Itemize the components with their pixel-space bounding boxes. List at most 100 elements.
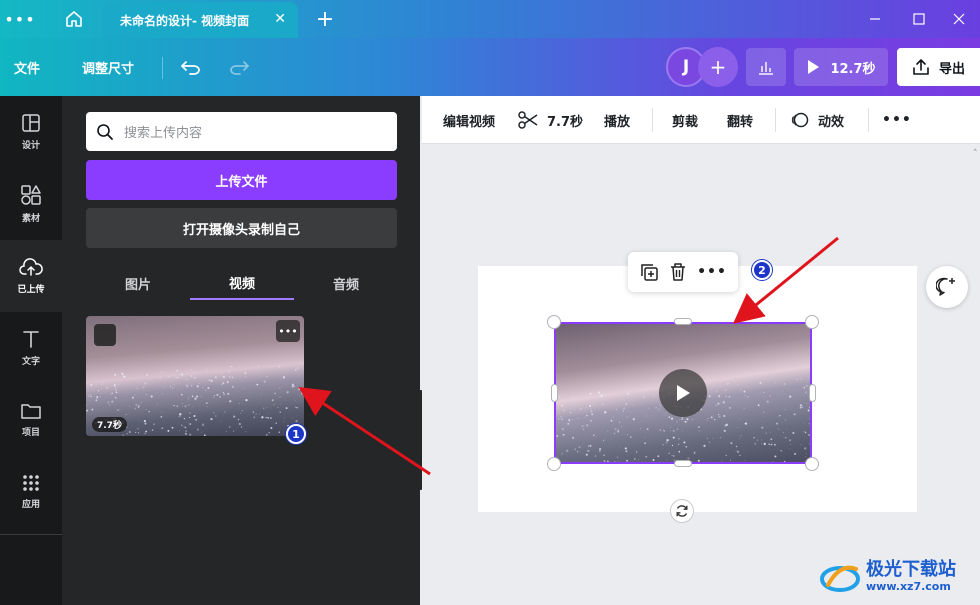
sparkle-dot bbox=[569, 411, 572, 414]
resize-handle-bottom[interactable] bbox=[674, 460, 692, 467]
rail-item-design[interactable]: 设计 bbox=[0, 96, 62, 168]
sparkle-dot bbox=[740, 389, 741, 391]
resize-menu[interactable]: 调整尺寸 bbox=[82, 38, 134, 96]
rotate-icon[interactable] bbox=[670, 499, 694, 523]
tab-images[interactable]: 图片 bbox=[86, 266, 190, 300]
play-video-icon[interactable] bbox=[659, 369, 707, 417]
sparkle-dot bbox=[728, 406, 731, 409]
tab-title: 未命名的设计- 视频封面 bbox=[120, 13, 250, 28]
sparkle-dot bbox=[576, 403, 578, 405]
undo-icon[interactable] bbox=[178, 55, 204, 79]
sparkle-dot bbox=[783, 383, 786, 385]
home-icon[interactable] bbox=[58, 0, 90, 38]
resize-handle-top-right[interactable] bbox=[805, 315, 819, 329]
rail-item-uploads[interactable]: 已上传 bbox=[0, 240, 62, 312]
rail-item-apps[interactable]: 应用 bbox=[0, 456, 62, 528]
new-tab-icon[interactable]: + bbox=[312, 0, 338, 38]
design-page[interactable] bbox=[478, 266, 917, 512]
file-menu[interactable]: 文件 bbox=[14, 38, 40, 96]
sparkle-dot bbox=[804, 431, 807, 434]
sparkle-dot bbox=[678, 450, 681, 453]
sparkle-dot bbox=[774, 382, 776, 384]
sparkle-dot bbox=[126, 392, 127, 393]
sparkle-dot bbox=[294, 399, 296, 401]
more-options-icon[interactable]: ••• bbox=[882, 96, 912, 144]
resize-handle-bottom-right[interactable] bbox=[805, 457, 819, 471]
sparkle-dot bbox=[716, 390, 718, 393]
more-options-icon[interactable]: ••• bbox=[276, 320, 300, 342]
record-yourself-button[interactable]: 打开摄像头录制自己 bbox=[86, 208, 397, 248]
animate-button[interactable]: 动效 bbox=[790, 96, 844, 144]
sparkle-dot bbox=[768, 443, 770, 445]
edit-video-button[interactable]: 编辑视频 bbox=[443, 96, 495, 144]
sparkle-dot bbox=[208, 379, 211, 382]
resize-handle-right[interactable] bbox=[809, 384, 816, 402]
sparkle-dot bbox=[270, 426, 273, 430]
rail-item-projects[interactable]: 项目 bbox=[0, 384, 62, 456]
tab-audio[interactable]: 音频 bbox=[294, 266, 398, 300]
export-button[interactable]: 导出 bbox=[897, 48, 980, 86]
sparkle-dot bbox=[631, 398, 633, 400]
crop-button[interactable]: 剪裁 bbox=[672, 96, 698, 144]
sparkle-dot bbox=[730, 441, 733, 445]
resize-handle-bottom-left[interactable] bbox=[547, 457, 561, 471]
sparkle-dot bbox=[220, 373, 222, 375]
sparkle-dot bbox=[145, 430, 147, 433]
select-checkbox[interactable] bbox=[94, 324, 116, 346]
sparkle-dot bbox=[586, 424, 589, 427]
sparkle-dot bbox=[800, 444, 802, 446]
sparkle-dot bbox=[664, 414, 666, 416]
sparkle-dot bbox=[625, 402, 628, 406]
sparkle-dot bbox=[706, 437, 709, 440]
sparkle-dot bbox=[672, 455, 675, 457]
close-tab-icon[interactable]: ✕ bbox=[274, 11, 286, 27]
sparkle-dot bbox=[718, 395, 721, 398]
sparkle-dot bbox=[571, 418, 574, 421]
tab-videos[interactable]: 视频 bbox=[190, 266, 294, 300]
maximize-icon[interactable] bbox=[906, 0, 932, 38]
sparkle-dot bbox=[796, 378, 798, 380]
upload-files-button[interactable]: 上传文件 bbox=[86, 160, 397, 200]
sparkle-dot bbox=[607, 460, 609, 462]
trash-icon[interactable] bbox=[669, 262, 687, 282]
redo-icon[interactable] bbox=[226, 55, 252, 79]
minimize-icon[interactable] bbox=[862, 0, 888, 38]
sparkle-dot bbox=[644, 442, 646, 444]
present-button[interactable]: 12.7秒 bbox=[794, 48, 888, 86]
more-options-icon[interactable]: ••• bbox=[697, 264, 727, 280]
sparkle-dot bbox=[809, 434, 810, 437]
canvas-video-element[interactable] bbox=[554, 322, 812, 464]
add-comment-icon[interactable] bbox=[926, 266, 968, 308]
resize-handle-left[interactable] bbox=[551, 384, 558, 402]
sparkle-dot bbox=[265, 416, 267, 419]
sparkle-dot bbox=[739, 454, 741, 457]
sparkle-dot bbox=[805, 391, 807, 394]
playback-button[interactable]: 播放 bbox=[604, 96, 630, 144]
rail-item-text[interactable]: 文字 bbox=[0, 312, 62, 384]
insights-button[interactable] bbox=[746, 48, 786, 86]
sparkle-dot bbox=[186, 385, 189, 388]
sparkle-dot bbox=[666, 439, 669, 442]
sparkle-dot bbox=[190, 375, 193, 377]
trim-button[interactable]: 7.7秒 bbox=[518, 96, 583, 144]
sparkle-dot bbox=[160, 416, 163, 418]
scroll-up-indicator[interactable]: ˄ bbox=[973, 149, 978, 159]
sparkle-dot bbox=[793, 413, 796, 416]
duplicate-icon[interactable] bbox=[639, 262, 659, 282]
resize-handle-top[interactable] bbox=[674, 318, 692, 325]
sparkle-dot bbox=[111, 385, 113, 387]
watermark: 极光下载站 www.xz7.com bbox=[818, 552, 978, 602]
trim-duration: 7.7秒 bbox=[547, 114, 584, 130]
sparkle-dot bbox=[715, 392, 717, 393]
rail-item-elements[interactable]: 素材 bbox=[0, 168, 62, 240]
tab-current-design[interactable]: 未命名的设计- 视频封面 ✕ bbox=[102, 2, 298, 38]
main-toolbar: 文件 调整尺寸 J + 12.7秒 导出 bbox=[0, 38, 980, 96]
menu-dots-icon[interactable]: ••• bbox=[4, 0, 34, 38]
uploaded-video-thumbnail[interactable]: ••• 7.7秒 bbox=[86, 316, 304, 436]
close-window-icon[interactable] bbox=[946, 0, 972, 38]
invite-member-button[interactable]: + bbox=[698, 47, 738, 87]
search-input[interactable]: 搜索上传内容 bbox=[86, 112, 397, 151]
flip-button[interactable]: 翻转 bbox=[727, 96, 753, 144]
sparkle-dot bbox=[759, 381, 762, 384]
resize-handle-top-left[interactable] bbox=[547, 315, 561, 329]
